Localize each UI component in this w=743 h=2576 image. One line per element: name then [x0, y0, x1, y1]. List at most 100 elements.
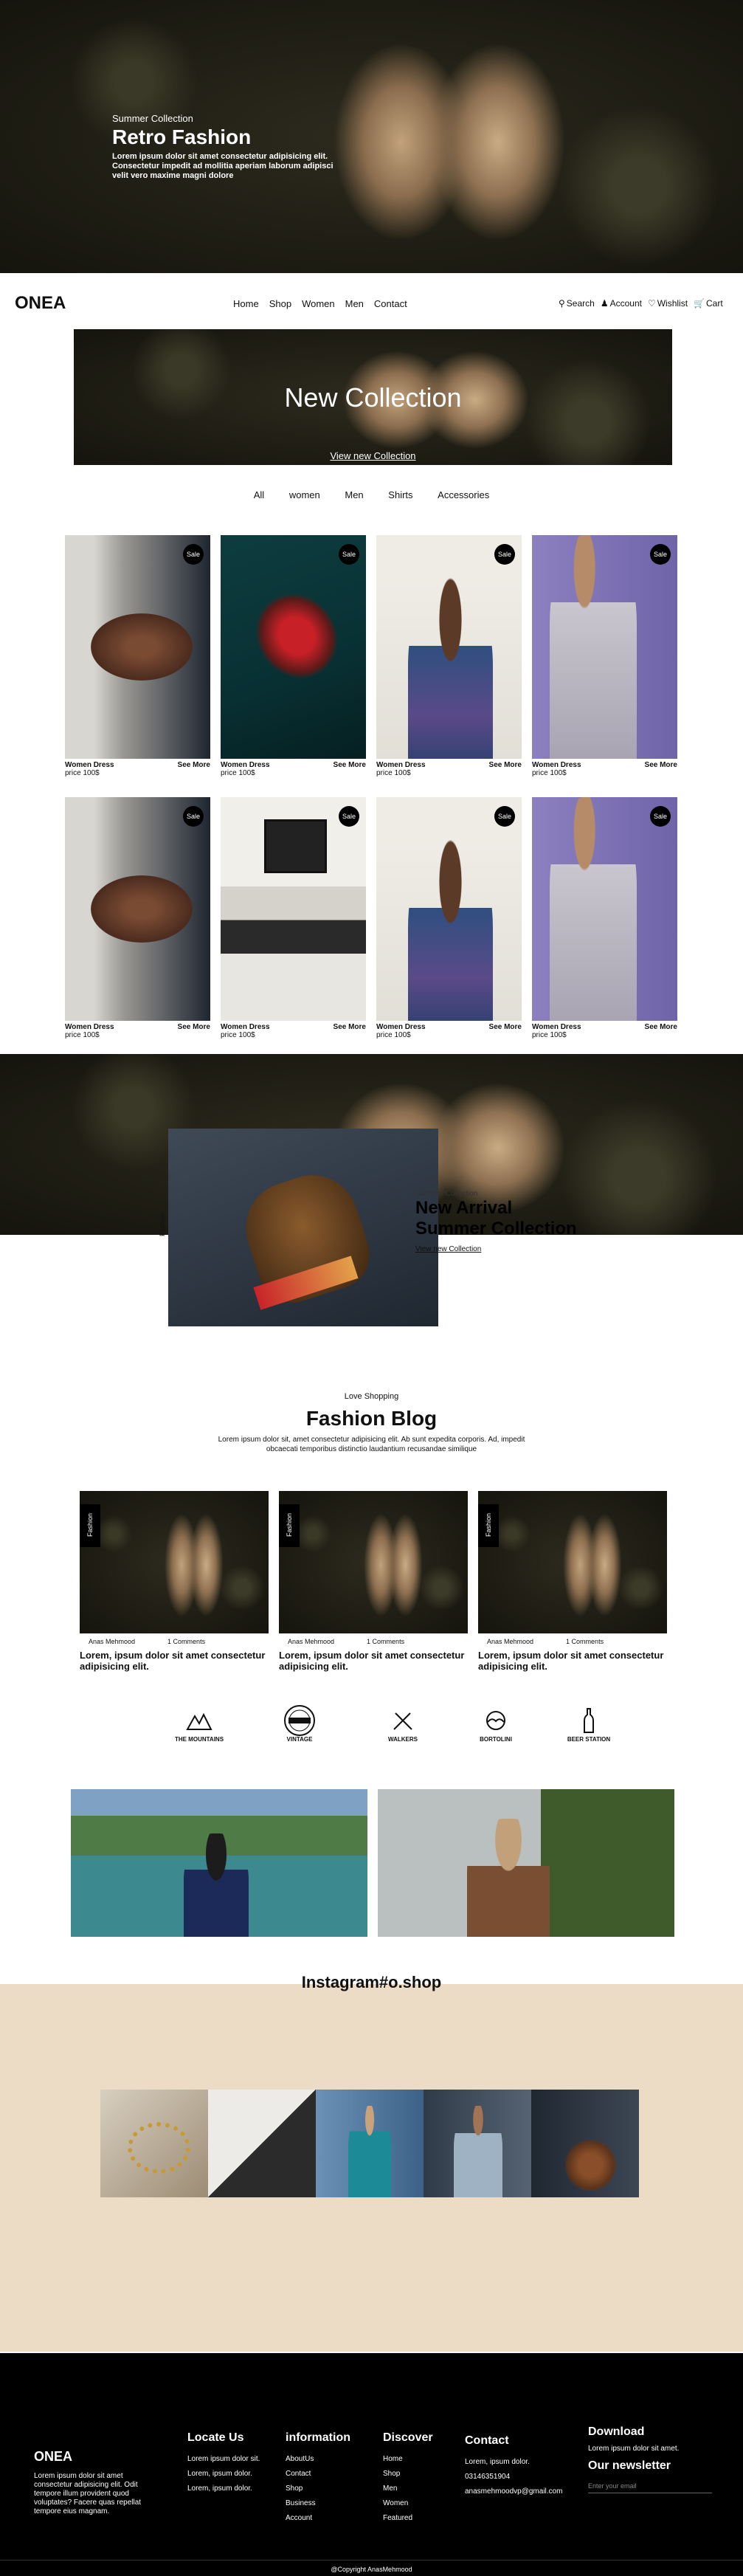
arrival-link[interactable]: View new Collection	[415, 1245, 577, 1253]
brand-beer-station[interactable]: BEER STATION	[559, 1705, 618, 1743]
footer-link-aboutus[interactable]: AboutUs	[286, 2455, 350, 2463]
product-image[interactable]: Sale	[221, 797, 366, 1021]
footer-discover: Discover Home Shop Men Women Featured	[383, 2431, 433, 2529]
filter-women[interactable]: women	[289, 489, 320, 500]
see-more-link[interactable]: See More	[178, 1023, 210, 1031]
see-more-link[interactable]: See More	[489, 761, 522, 769]
see-more-link[interactable]: See More	[334, 1023, 366, 1031]
see-more-link[interactable]: See More	[489, 1023, 522, 1031]
product-image[interactable]: Sale	[376, 797, 522, 1021]
footer-link-shop[interactable]: Shop	[383, 2470, 433, 2478]
nav-home[interactable]: Home	[233, 298, 259, 309]
main-navbar: ONEA Home Shop Women Men Contact ⚲ Search…	[0, 292, 743, 314]
blog-tag-label: Fashion	[485, 1512, 492, 1537]
blog-post[interactable]: Fashion Anas Mehmood 1 Comments Lorem, ip…	[478, 1491, 667, 1672]
arrival-side-label: Fashion	[159, 1212, 166, 1236]
footer-link-featured[interactable]: Featured	[383, 2514, 433, 2522]
blog-post-image[interactable]: Fashion	[80, 1491, 269, 1633]
blog-post-image[interactable]: Fashion	[478, 1491, 667, 1633]
blog-tag-label: Fashion	[86, 1512, 94, 1537]
footer-link-business[interactable]: Business	[286, 2499, 350, 2507]
product-card[interactable]: Sale Women Dress See More price 100$	[65, 535, 210, 777]
filter-all[interactable]: All	[254, 489, 264, 500]
product-name: Women Dress	[65, 761, 114, 769]
footer-link-contact[interactable]: Contact	[286, 2470, 350, 2478]
footer-contact-phone[interactable]: 03146351904	[465, 2473, 562, 2481]
blog-post[interactable]: Fashion Anas Mehmood 1 Comments Lorem, ip…	[80, 1491, 269, 1672]
filter-accessories[interactable]: Accessories	[438, 489, 489, 500]
instagram-photo[interactable]	[316, 2090, 424, 2197]
see-more-link[interactable]: See More	[334, 761, 366, 769]
category-filter: All women Men Shirts Accessories	[0, 489, 743, 500]
blog-post[interactable]: Fashion Anas Mehmood 1 Comments Lorem, ip…	[279, 1491, 468, 1672]
filter-men[interactable]: Men	[345, 489, 363, 500]
sale-badge: Sale	[339, 806, 359, 827]
collection-banner: New Collection View new Collection	[74, 329, 672, 465]
product-price: price 100$	[65, 769, 100, 777]
blog-tag: Fashion	[478, 1504, 499, 1547]
brand-bortolini[interactable]: BORTOLINI	[466, 1705, 525, 1743]
product-image[interactable]: Sale	[532, 535, 677, 759]
wishlist-button[interactable]: ♡ Wishlist	[648, 298, 688, 309]
instagram-photo[interactable]	[424, 2090, 531, 2197]
nav-men[interactable]: Men	[345, 298, 364, 309]
account-button[interactable]: ♟ Account	[601, 298, 642, 309]
footer-link-account[interactable]: Account	[286, 2514, 350, 2522]
instagram-photo[interactable]	[208, 2090, 316, 2197]
copyright: @Copyright AnasMehmood	[331, 2566, 412, 2573]
product-card[interactable]: Sale Women Dress See More price 100$	[221, 797, 366, 1039]
sale-badge: Sale	[650, 544, 671, 565]
product-card[interactable]: Sale Women Dress See More price 100$	[376, 797, 522, 1039]
filter-shirts[interactable]: Shirts	[388, 489, 412, 500]
see-more-link[interactable]: See More	[645, 761, 677, 769]
nav-women[interactable]: Women	[302, 298, 335, 309]
product-image[interactable]: Sale	[376, 535, 522, 759]
footer-contact: Contact Lorem, ipsum dolor. 03146351904 …	[465, 2434, 562, 2502]
blog-comments[interactable]: 1 Comments	[367, 1638, 404, 1645]
site-logo[interactable]: ONEA	[15, 293, 66, 314]
instagram-photo[interactable]	[531, 2090, 639, 2197]
blog-post-title[interactable]: Lorem, ipsum dolor sit amet consectetur …	[80, 1650, 269, 1672]
product-image[interactable]: Sale	[221, 535, 366, 759]
product-card[interactable]: Sale Women Dress See More price 100$	[532, 535, 677, 777]
blog-post-title[interactable]: Lorem, ipsum dolor sit amet consectetur …	[279, 1650, 468, 1672]
footer-logo[interactable]: ONEA	[34, 2449, 159, 2465]
view-collection-link[interactable]: View new Collection	[74, 450, 672, 461]
brand-vintage[interactable]: VINTAGE	[270, 1705, 329, 1743]
footer-link-men[interactable]: Men	[383, 2484, 433, 2493]
lifestyle-photo-greenhouse	[378, 1789, 674, 1937]
product-image[interactable]: Sale	[65, 797, 210, 1021]
footer-link-shop[interactable]: Shop	[286, 2484, 350, 2493]
footer-link-women[interactable]: Women	[383, 2499, 433, 2507]
blog-post-image[interactable]: Fashion	[279, 1491, 468, 1633]
footer-link-home[interactable]: Home	[383, 2455, 433, 2463]
footer-contact-title: Contact	[465, 2434, 509, 2447]
blog-comments[interactable]: 1 Comments	[566, 1638, 604, 1645]
nav-shop[interactable]: Shop	[269, 298, 291, 309]
collection-title: New Collection	[284, 382, 462, 413]
product-image[interactable]: Sale	[532, 797, 677, 1021]
product-card[interactable]: Sale Women Dress See More price 100$	[65, 797, 210, 1039]
cart-button[interactable]: 🛒 Cart	[694, 298, 723, 309]
arrival-title-line2: Summer Collection	[415, 1219, 577, 1239]
search-button[interactable]: ⚲ Search	[559, 298, 595, 309]
product-card[interactable]: Sale Women Dress See More price 100$	[532, 797, 677, 1039]
instagram-photo[interactable]	[100, 2090, 208, 2197]
brand-mountains[interactable]: THE MOUNTAINS	[170, 1705, 229, 1743]
newsletter-email-input[interactable]	[588, 2479, 712, 2493]
blog-post-title[interactable]: Lorem, ipsum dolor sit amet consectetur …	[478, 1650, 667, 1672]
footer-discover-title: Discover	[383, 2431, 433, 2444]
axes-icon	[381, 1705, 424, 1736]
blog-author: Anas Mehmood	[487, 1638, 534, 1645]
nav-contact[interactable]: Contact	[374, 298, 407, 309]
brand-walkers[interactable]: WALKERS	[373, 1705, 432, 1743]
product-card[interactable]: Sale Women Dress See More price 100$	[221, 535, 366, 777]
see-more-link[interactable]: See More	[178, 761, 210, 769]
product-image[interactable]: Sale	[65, 535, 210, 759]
see-more-link[interactable]: See More	[645, 1023, 677, 1031]
blog-comments[interactable]: 1 Comments	[167, 1638, 205, 1645]
footer-download-text: Lorem ipsum dolor sit amet.	[588, 2445, 680, 2453]
footer-contact-email[interactable]: anasmehmoodvp@gmail.com	[465, 2487, 562, 2496]
sale-badge: Sale	[339, 544, 359, 565]
product-card[interactable]: Sale Women Dress See More price 100$	[376, 535, 522, 777]
